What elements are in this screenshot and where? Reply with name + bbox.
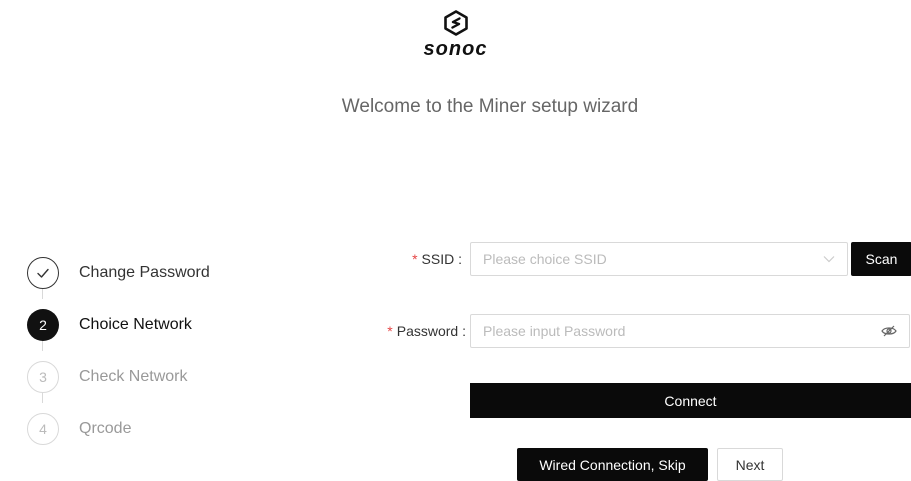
step-label: Check Network	[79, 368, 188, 385]
wizard-steps: Change Password 2 Choice Network 3 Check…	[27, 247, 210, 455]
scan-button[interactable]: Scan	[851, 242, 911, 276]
step-check-network: 3 Check Network	[27, 351, 210, 403]
ssid-label: * SSID :	[412, 251, 462, 267]
step-label: Change Password	[79, 264, 210, 281]
required-mark: *	[412, 251, 418, 267]
step-label: Qrcode	[79, 420, 132, 437]
step-choice-network: 2 Choice Network	[27, 299, 210, 351]
password-placeholder: Please input Password	[483, 323, 626, 339]
next-button[interactable]: Next	[717, 448, 783, 481]
connect-button[interactable]: Connect	[470, 383, 911, 418]
step-1-check-icon	[27, 257, 59, 289]
eye-invisible-icon[interactable]	[881, 325, 897, 337]
password-row: * Password : Please input Password	[370, 314, 910, 348]
password-input[interactable]: Please input Password	[470, 314, 910, 348]
wired-connection-skip-button[interactable]: Wired Connection, Skip	[517, 448, 708, 481]
sonoc-logo-icon	[443, 10, 468, 36]
password-label: * Password :	[387, 323, 466, 339]
step-change-password: Change Password	[27, 247, 210, 299]
chevron-down-icon	[823, 256, 835, 263]
required-mark: *	[387, 323, 393, 339]
brand-name: sonoc	[423, 38, 488, 60]
welcome-title: Welcome to the Miner setup wizard	[341, 96, 639, 117]
step-number: 2	[27, 309, 59, 341]
step-qrcode: 4 Qrcode	[27, 403, 210, 455]
ssid-placeholder: Please choice SSID	[483, 251, 607, 267]
step-number: 4	[27, 413, 59, 445]
step-label: Choice Network	[79, 316, 192, 333]
ssid-select[interactable]: Please choice SSID	[470, 242, 848, 276]
step-number: 3	[27, 361, 59, 393]
brand-logo: sonoc	[0, 10, 911, 61]
ssid-row: * SSID : Please choice SSID Scan	[380, 242, 911, 276]
